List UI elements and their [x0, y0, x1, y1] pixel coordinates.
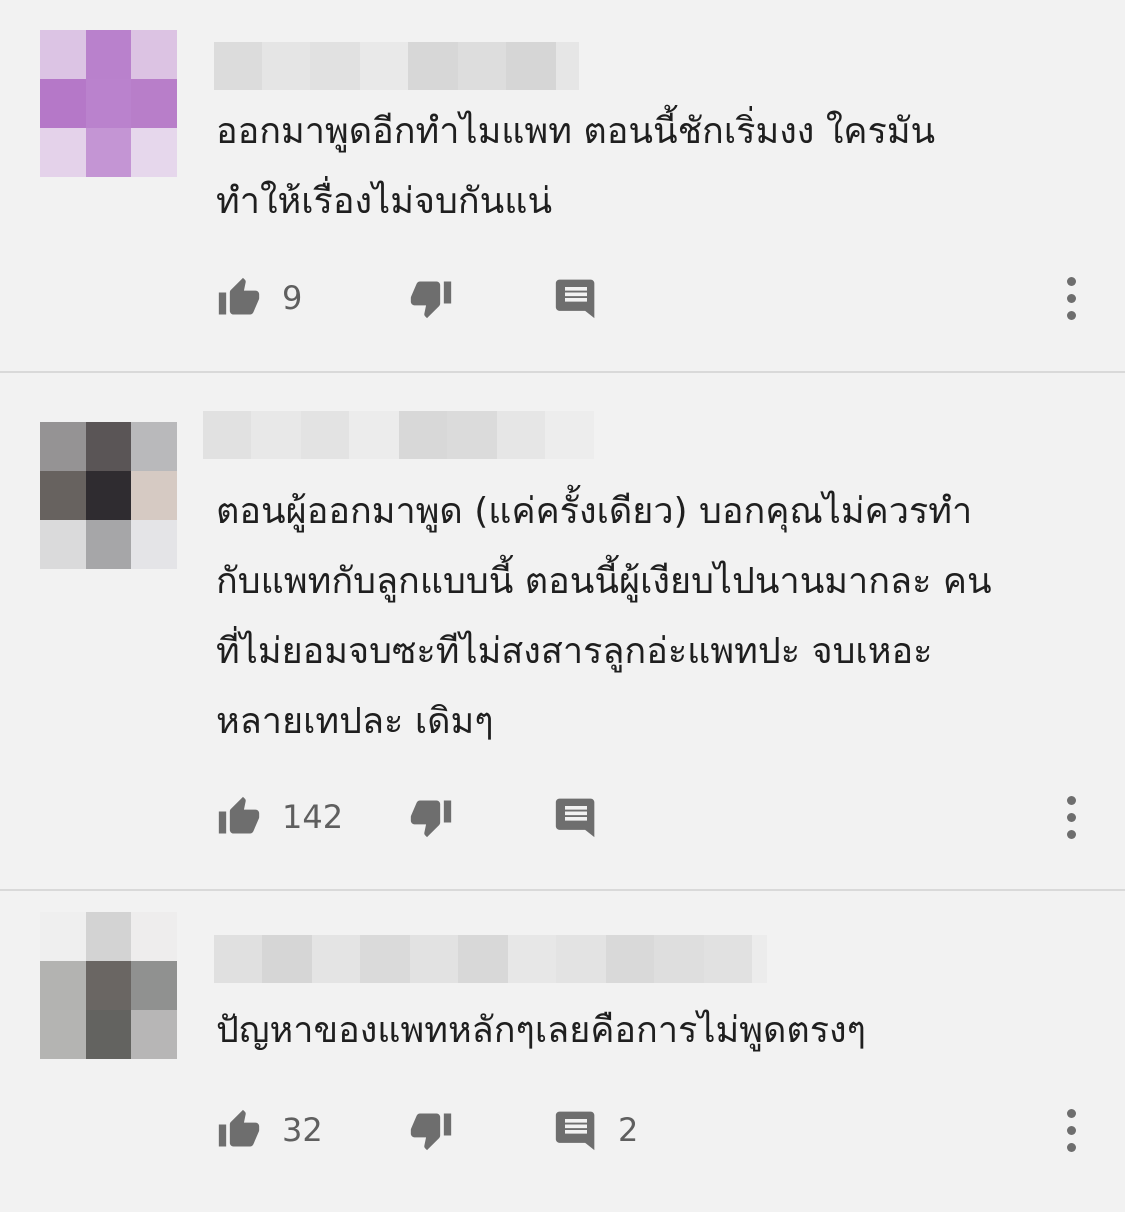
comment-actions: 142: [0, 787, 1125, 847]
thumb-down-icon: [410, 281, 452, 319]
avatar[interactable]: [40, 912, 177, 1059]
thumb-down-icon: [410, 800, 452, 838]
comment-text: ปัญหาของแพทหลักๆเลยคือการไม่พูดตรงๆ: [216, 1010, 866, 1051]
reply-count: 2: [618, 1111, 639, 1149]
avatar-pixel: [131, 1010, 177, 1059]
comment-icon: [555, 798, 595, 838]
avatar-pixel: [40, 1010, 86, 1059]
thumb-up-icon: [218, 1109, 260, 1147]
author-name-blurred[interactable]: [203, 411, 594, 459]
like-count: 142: [282, 798, 344, 836]
comment-icon: [555, 1111, 595, 1151]
thumb-down-icon: [410, 1113, 452, 1151]
more-vert-icon: [1066, 795, 1076, 805]
comment-item: ปัญหาของแพทหลักๆเลยคือการไม่พูดตรงๆ 32 2: [0, 891, 1125, 1212]
reply-button[interactable]: [554, 787, 618, 847]
comment-text: ออกมาพูดอีกทำไมแพท ตอนนี้ชักเริ่มงง ใครม…: [216, 111, 936, 222]
more-options-button[interactable]: [1052, 268, 1090, 328]
avatar-pixel: [131, 422, 177, 471]
like-count: 9: [282, 279, 303, 317]
avatar-pixel: [40, 128, 86, 177]
reply-button[interactable]: [554, 268, 618, 328]
comment-icon: [555, 279, 595, 319]
avatar-pixel: [40, 422, 86, 471]
avatar-pixel: [40, 79, 86, 128]
comment-actions: 9: [0, 268, 1125, 328]
avatar[interactable]: [40, 30, 177, 177]
author-name-blurred[interactable]: [214, 42, 579, 90]
avatar-pixel: [131, 30, 177, 79]
avatar-pixel: [85, 520, 132, 569]
avatar-pixel: [131, 128, 177, 177]
dislike-button[interactable]: [408, 1100, 454, 1160]
avatar-pixel: [85, 1010, 132, 1059]
avatar-pixel: [131, 912, 177, 961]
avatar-pixel: [40, 30, 86, 79]
reply-button[interactable]: 2: [554, 1100, 638, 1160]
avatar-pixel: [131, 471, 177, 520]
like-button[interactable]: 9: [216, 268, 302, 328]
avatar-pixel: [131, 520, 177, 569]
comment-item: ออกมาพูดอีกทำไมแพท ตอนนี้ชักเริ่มงง ใครม…: [0, 0, 1125, 372]
avatar-pixel: [85, 471, 132, 520]
avatar-pixel: [85, 422, 132, 471]
more-options-button[interactable]: [1052, 1100, 1090, 1160]
more-options-button[interactable]: [1052, 787, 1090, 847]
avatar-pixel: [131, 79, 177, 128]
avatar-pixel: [85, 961, 132, 1010]
like-button[interactable]: 142: [216, 787, 343, 847]
more-vert-icon: [1066, 276, 1076, 286]
avatar-pixel: [40, 471, 86, 520]
avatar-pixel: [40, 912, 86, 961]
avatar-pixel: [40, 520, 86, 569]
comment-item: ตอนผู้ออกมาพูด (แค่ครั้งเดียว) บอกคุณไม่…: [0, 373, 1125, 889]
avatar-pixel: [85, 79, 132, 128]
dislike-button[interactable]: [408, 787, 454, 847]
avatar[interactable]: [40, 422, 177, 569]
comment-actions: 32 2: [0, 1100, 1125, 1160]
like-button[interactable]: 32: [216, 1100, 323, 1160]
avatar-pixel: [85, 912, 132, 961]
avatar-pixel: [40, 961, 86, 1010]
thumb-up-icon: [218, 796, 260, 834]
like-count: 32: [282, 1111, 323, 1149]
thumb-up-icon: [218, 277, 260, 315]
author-name-blurred[interactable]: [214, 935, 767, 983]
avatar-pixel: [131, 961, 177, 1010]
dislike-button[interactable]: [408, 268, 454, 328]
avatar-pixel: [85, 128, 132, 177]
avatar-pixel: [85, 30, 132, 79]
comment-text: ตอนผู้ออกมาพูด (แค่ครั้งเดียว) บอกคุณไม่…: [216, 491, 992, 742]
more-vert-icon: [1066, 1108, 1076, 1118]
